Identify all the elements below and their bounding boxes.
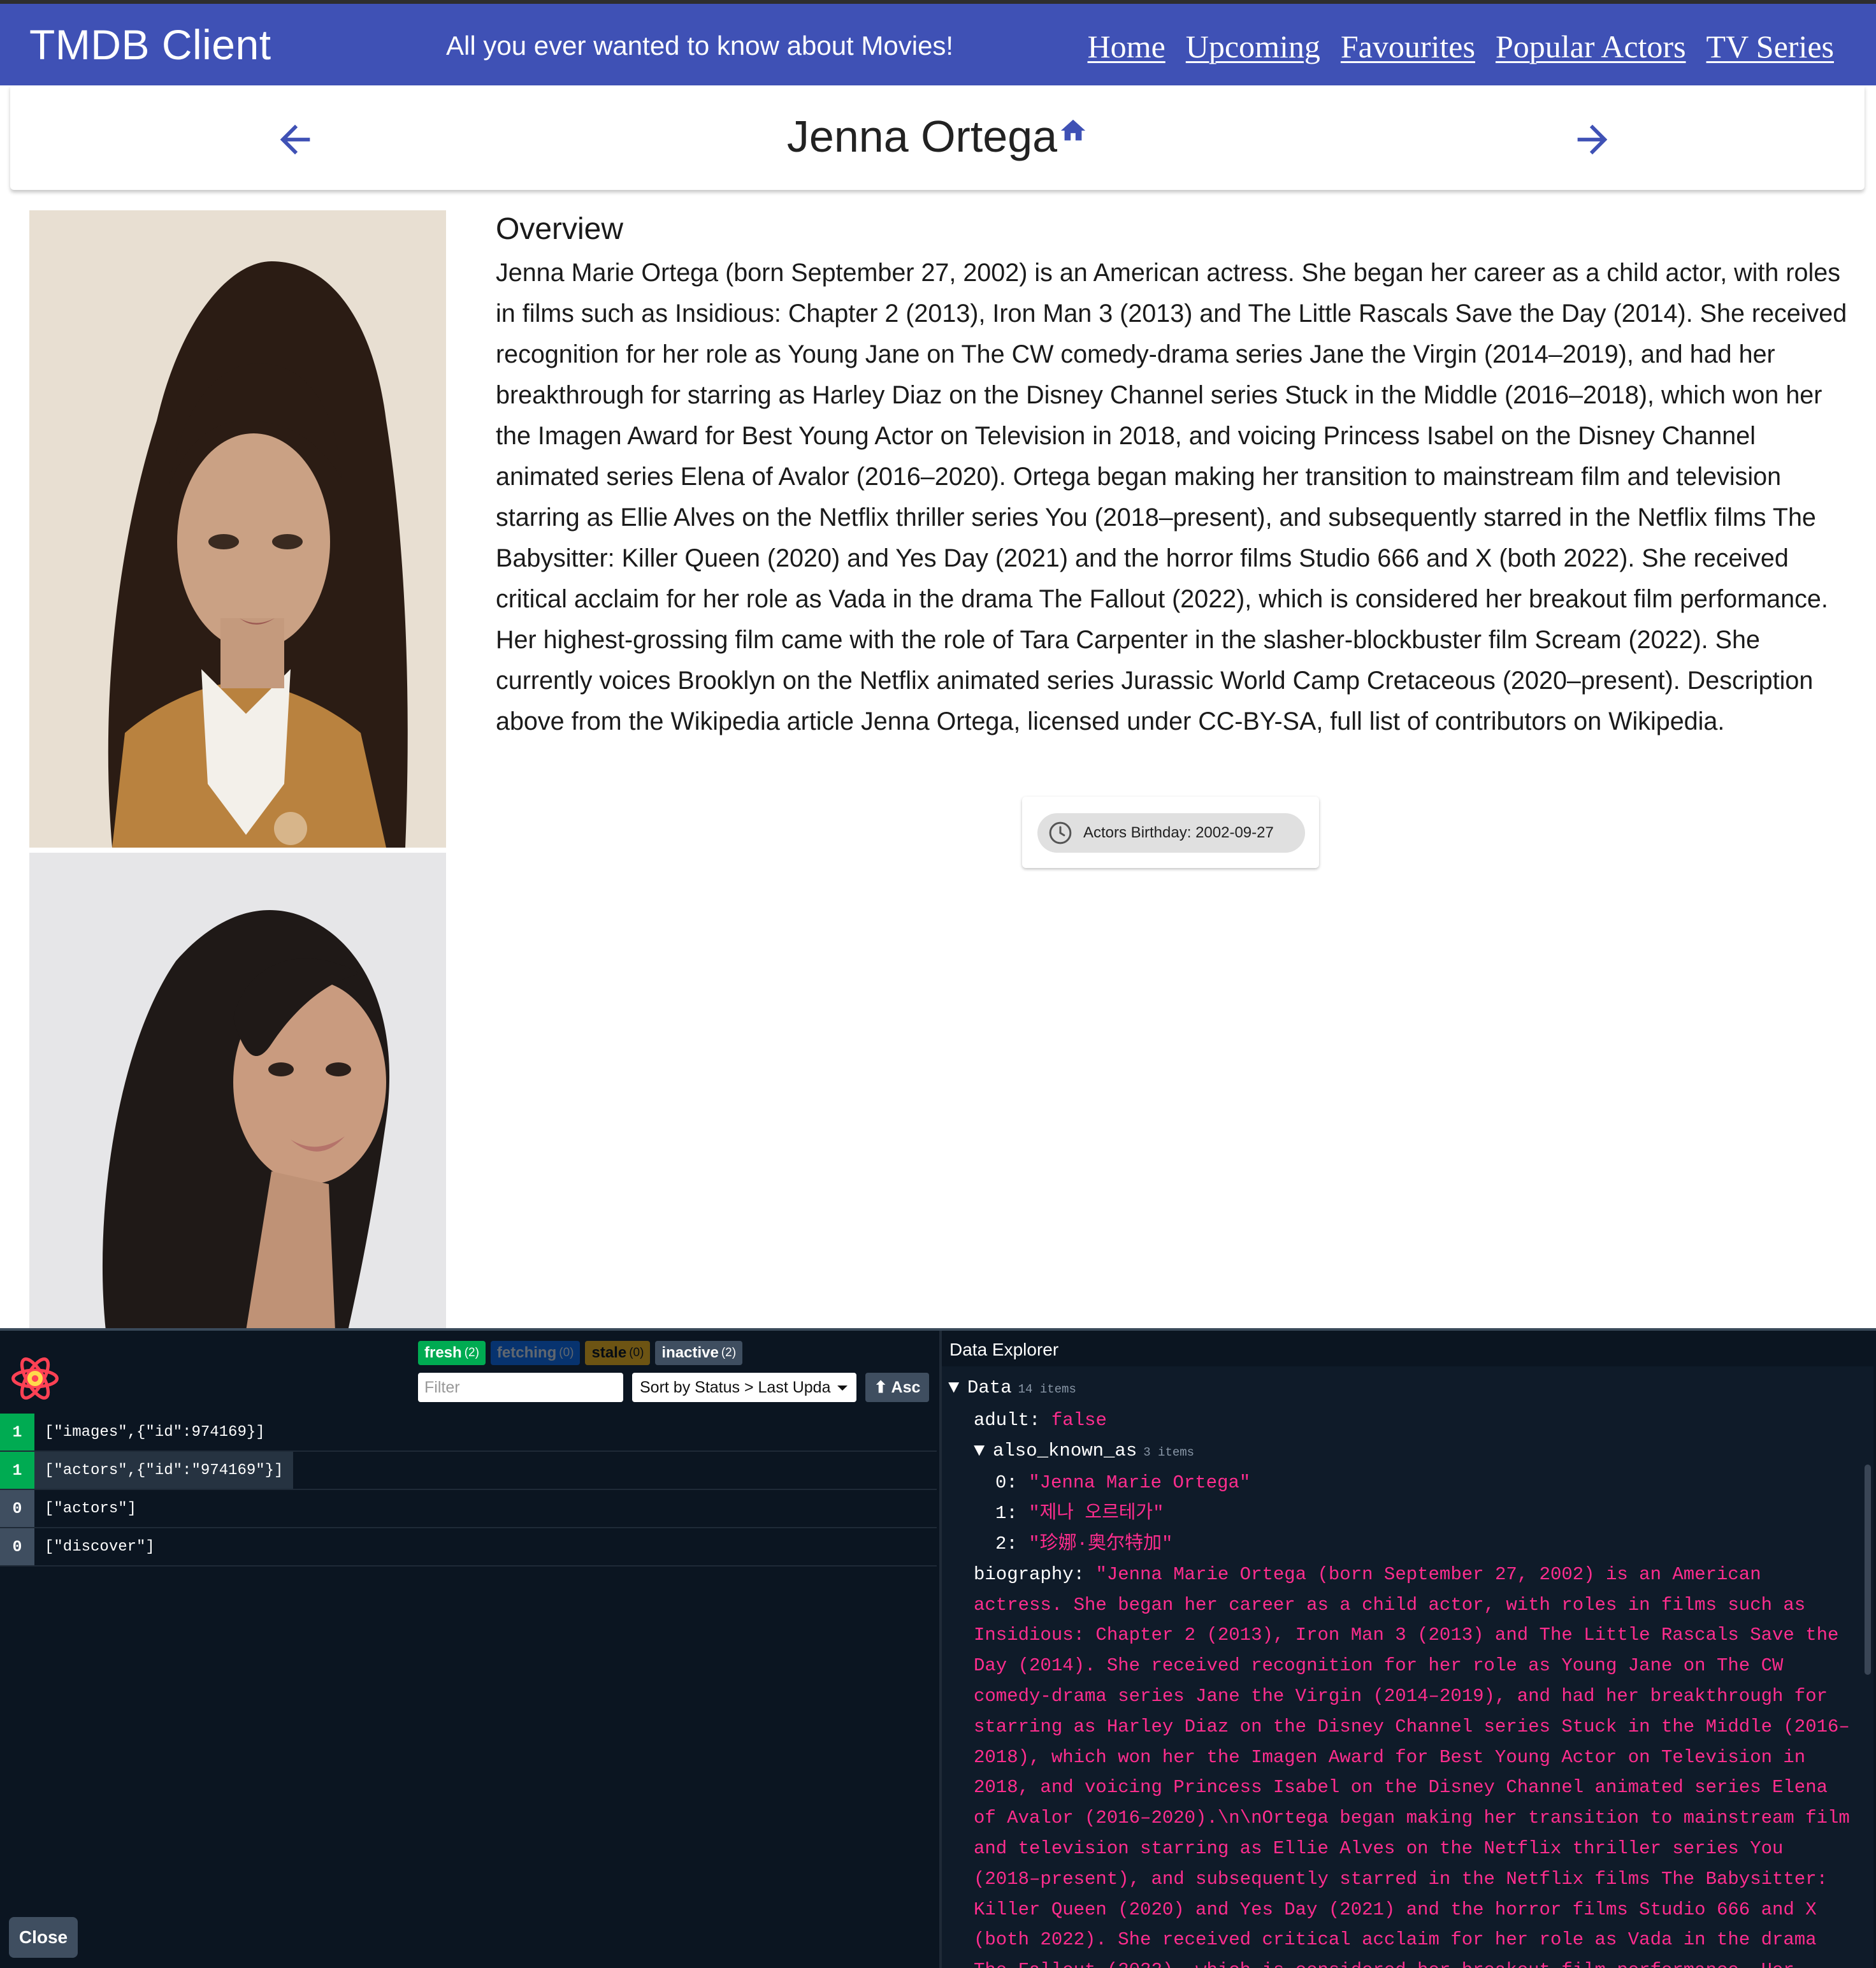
tree-root-node[interactable]: ▼ Data 14 items (942, 1373, 1873, 1405)
tree-node-biography: biography: "Jenna Marie Ortega (born Sep… (942, 1559, 1873, 1968)
home-icon[interactable] (1058, 116, 1088, 145)
tree-node-aka-item: 2: "珍娜·奥尔特加" (942, 1529, 1873, 1559)
chevron-down-icon (837, 1386, 848, 1391)
data-explorer-pane: Data Explorer ▼ Data 14 items adult: false… (939, 1331, 1876, 1968)
query-key: ["actors"] (45, 1500, 137, 1517)
query-status-badges: fresh (2) fetching (0) stale (0) inactive (2… (418, 1341, 743, 1365)
expanded-triangle-icon: ▼ (948, 1377, 960, 1398)
tree-value: "Jenna Marie Ortega" (1028, 1472, 1251, 1494)
tree-value: false (1051, 1409, 1107, 1431)
actor-title-bar: Jenna Ortega (10, 85, 1865, 190)
query-key: ["discover"] (45, 1538, 155, 1556)
query-row[interactable]: 0 ["actors"] (0, 1490, 937, 1528)
tree-value: "珍娜·奥尔特加" (1028, 1533, 1173, 1554)
main-nav: Home Upcoming Favourites Popular Actors … (1088, 28, 1834, 65)
nav-upcoming-link[interactable]: Upcoming (1186, 28, 1320, 65)
birthday-card: Actors Birthday: 2002-09-27 (1022, 797, 1319, 868)
brand-title[interactable]: TMDB Client (29, 20, 271, 69)
arrow-forward-icon[interactable] (1570, 117, 1615, 162)
query-key: ["images",{"id":974169}] (45, 1423, 265, 1441)
query-row-selected[interactable]: 1 ["actors",{"id":"974169"}] (0, 1452, 937, 1490)
data-explorer-heading: Data Explorer (949, 1340, 1059, 1359)
query-list-pane: fresh (2) fetching (0) stale (0) inactive (2… (0, 1331, 937, 1968)
tree-value: "Jenna Marie Ortega (born September 27, … (974, 1563, 1850, 1968)
clock-icon (1049, 821, 1072, 844)
observer-count: 1 (0, 1414, 34, 1451)
sort-select[interactable]: Sort by Status > Last Upda (632, 1373, 856, 1402)
explorer-scrollbar[interactable] (1865, 1465, 1871, 1675)
tree-root-label: Data (967, 1377, 1012, 1398)
fetching-badge: fetching (0) (490, 1341, 581, 1365)
observer-count: 0 (0, 1528, 34, 1565)
nav-home-link[interactable]: Home (1088, 28, 1165, 65)
observer-count: 1 (0, 1452, 34, 1489)
tree-root-meta: 14 items (1018, 1382, 1076, 1396)
actor-photo-2 (29, 853, 446, 1331)
tree-meta: 3 items (1143, 1445, 1195, 1459)
stale-badge: stale (0) (585, 1341, 651, 1365)
query-key: ["actors",{"id":"974169"}] (34, 1452, 294, 1489)
observer-count: 0 (0, 1490, 34, 1527)
birthday-chip[interactable]: Actors Birthday: 2002-09-27 (1037, 813, 1305, 853)
inactive-badge: inactive (2) (655, 1341, 743, 1365)
tagline: All you ever wanted to know about Movies… (446, 31, 954, 61)
actor-name: Jenna Ortega (786, 112, 1058, 161)
tree-index: 0: (995, 1472, 1018, 1494)
react-query-logo-icon[interactable] (8, 1351, 62, 1406)
expanded-triangle-icon: ▼ (974, 1440, 985, 1461)
birthday-label: Actors Birthday: 2002-09-27 (1083, 824, 1274, 841)
nav-popular-actors-link[interactable]: Popular Actors (1496, 28, 1686, 65)
tree-node-aka-item: 1: "제나 오르테가" (942, 1498, 1873, 1529)
tree-value: "제나 오르테가" (1028, 1503, 1164, 1524)
close-devtools-button[interactable]: Close (9, 1917, 78, 1958)
nav-favourites-link[interactable]: Favourites (1341, 28, 1475, 65)
tree-index: 2: (995, 1533, 1018, 1554)
sort-direction-button[interactable]: ⬆ Asc (865, 1373, 929, 1402)
actor-photo-1 (29, 210, 446, 848)
tree-key: adult: (974, 1409, 1041, 1431)
data-explorer-tree: ▼ Data 14 items adult: false ▼ also_known_a… (942, 1366, 1873, 1968)
tree-node-aka[interactable]: ▼ also_known_as 3 items (942, 1436, 1873, 1468)
query-devtools-panel: fresh (2) fetching (0) stale (0) inactive (2… (0, 1328, 1876, 1968)
query-list: 1 ["images",{"id":974169}] 1 ["actors",{… (0, 1414, 937, 1566)
fresh-badge: fresh (2) (418, 1341, 486, 1365)
biography-text: Jenna Marie Ortega (born September 27, 2… (496, 259, 1847, 735)
query-filter-input[interactable] (418, 1373, 623, 1402)
overview-heading: Overview (496, 212, 624, 246)
tree-node-aka-item: 0: "Jenna Marie Ortega" (942, 1468, 1873, 1498)
query-row[interactable]: 1 ["images",{"id":974169}] (0, 1414, 937, 1452)
sort-select-value: Sort by Status > Last Upda (640, 1378, 831, 1396)
app-header: TMDB Client All you ever wanted to know … (0, 0, 1876, 85)
tree-key: also_known_as (993, 1440, 1137, 1461)
tree-node-adult: adult: false (942, 1405, 1873, 1436)
tree-key: biography: (974, 1563, 1085, 1585)
query-row[interactable]: 0 ["discover"] (0, 1528, 937, 1566)
nav-tv-series-link[interactable]: TV Series (1706, 28, 1834, 65)
tree-index: 1: (995, 1503, 1018, 1524)
